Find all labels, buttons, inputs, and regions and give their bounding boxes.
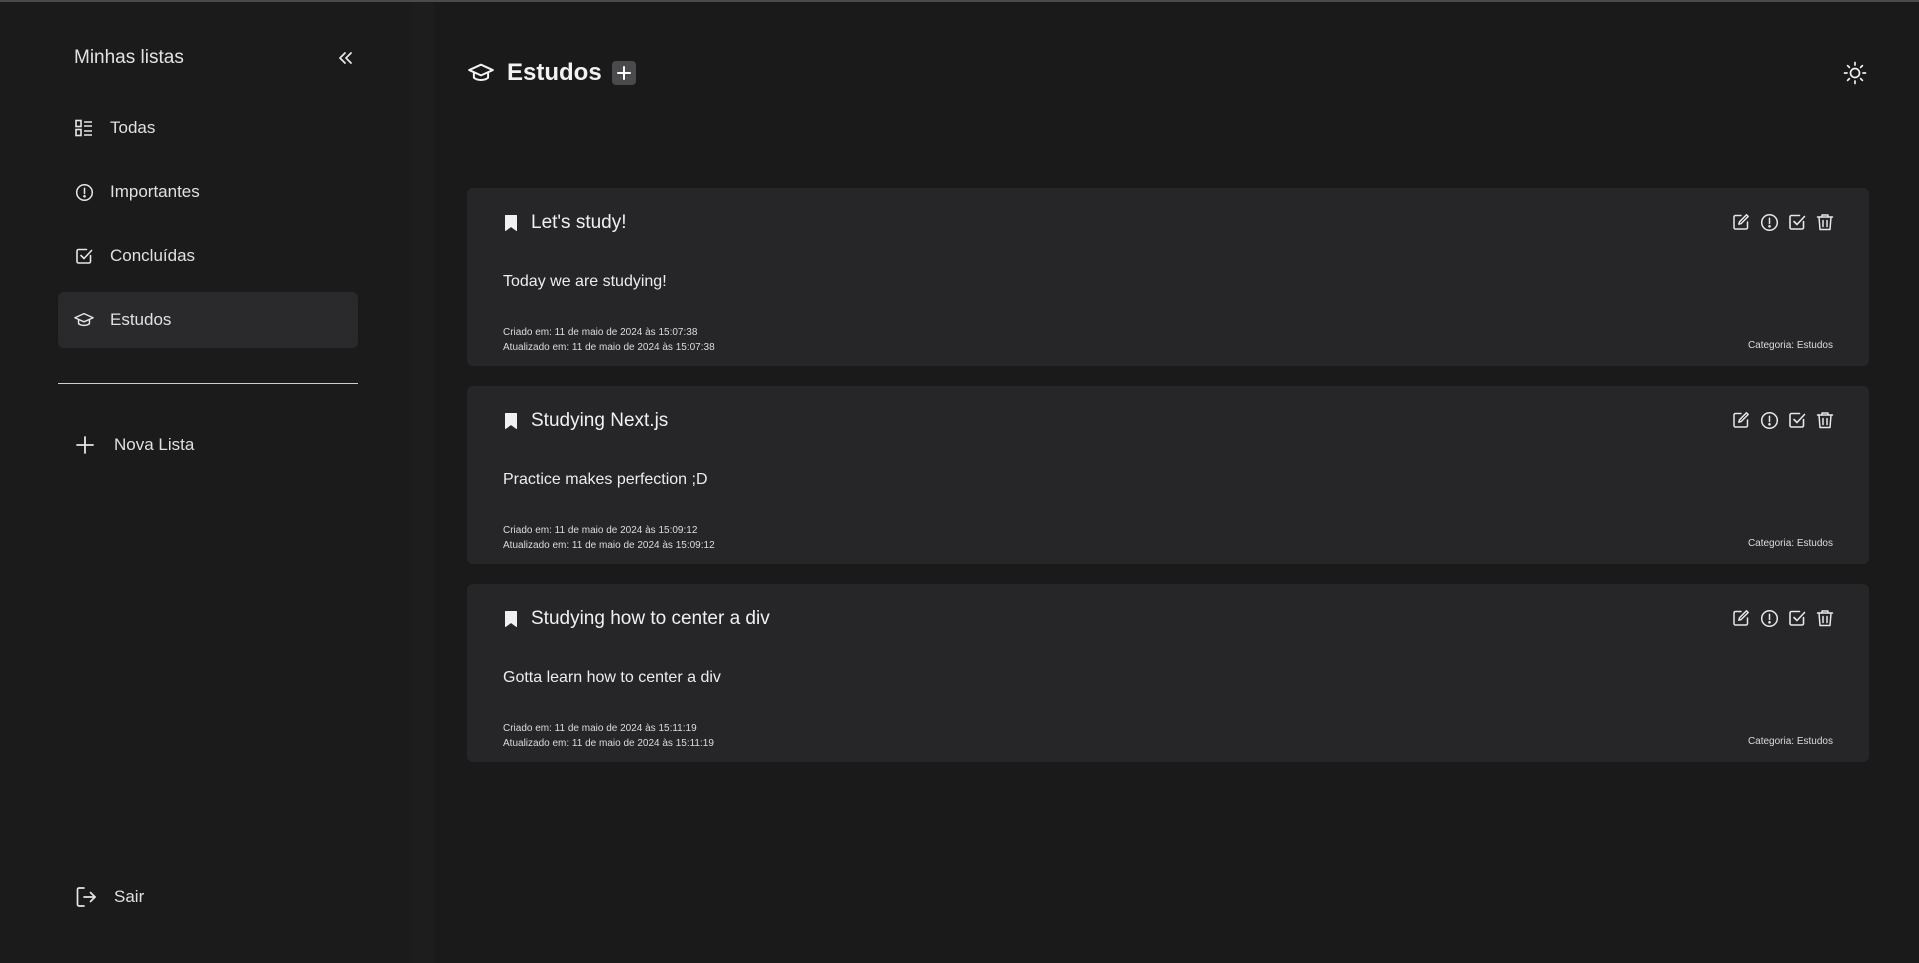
sidebar-divider	[58, 383, 358, 384]
task-actions	[1731, 608, 1835, 628]
sidebar-item-label: Todas	[110, 118, 156, 137]
new-list-button[interactable]: Nova Lista	[74, 430, 194, 460]
task-dates: Criado em: 11 de maio de 2024 às 15:09:1…	[503, 523, 715, 553]
mark-done-button[interactable]	[1787, 212, 1807, 232]
task-dates: Criado em: 11 de maio de 2024 às 15:07:3…	[503, 325, 715, 355]
plus-icon	[74, 434, 96, 456]
sidebar-item-label: Concluídas	[110, 246, 196, 265]
task-card: Studying how to center a div Gotta learn…	[467, 584, 1869, 762]
alert-circle-icon	[1760, 213, 1778, 231]
task-card: Let's study! Today we are studying! Cria…	[467, 188, 1869, 366]
bookmark-icon	[503, 609, 519, 629]
alert-circle-icon	[1760, 609, 1778, 627]
task-updated: Atualizado em: 11 de maio de 2024 às 15:…	[503, 738, 714, 749]
task-title: Studying Next.js	[503, 408, 668, 434]
sidebar-title: Minhas listas	[74, 47, 184, 68]
sidebar-item-importantes[interactable]: Importantes	[58, 164, 358, 220]
trash-icon	[1816, 610, 1834, 627]
collapse-sidebar-button[interactable]	[331, 44, 359, 72]
logout-label: Sair	[114, 887, 145, 906]
app-window: Minhas listas Todas Importantes Concluíd…	[0, 0, 1919, 963]
check-square-icon	[1789, 412, 1806, 428]
add-task-button[interactable]	[611, 61, 636, 85]
mark-done-button[interactable]	[1787, 410, 1807, 430]
trash-icon	[1816, 214, 1834, 231]
list-grid-icon	[74, 118, 94, 138]
sidebar-item-label: Estudos	[110, 310, 172, 329]
task-title: Studying how to center a div	[503, 606, 770, 632]
edit-task-button[interactable]	[1731, 212, 1751, 232]
task-list: Let's study! Today we are studying! Cria…	[467, 188, 1869, 782]
sidebar-item-todas[interactable]: Todas	[58, 100, 358, 156]
sidebar-item-concluidas[interactable]: Concluídas	[58, 228, 358, 284]
task-category: Categoria: Estudos	[1747, 538, 1833, 549]
delete-task-button[interactable]	[1815, 608, 1835, 628]
sidebar-item-estudos[interactable]: Estudos	[58, 292, 358, 348]
task-created: Criado em: 11 de maio de 2024 às 15:11:1…	[503, 723, 697, 734]
task-title: Let's study!	[503, 210, 627, 236]
delete-task-button[interactable]	[1815, 212, 1835, 232]
task-card: Studying Next.js Practice makes perfecti…	[467, 386, 1869, 564]
task-title-text: Studying Next.js	[531, 410, 669, 431]
check-square-icon	[74, 246, 94, 266]
graduation-cap-icon	[467, 59, 495, 87]
task-actions	[1731, 410, 1835, 430]
mark-important-button[interactable]	[1759, 212, 1779, 232]
graduation-cap-icon	[74, 310, 94, 330]
mark-important-button[interactable]	[1759, 608, 1779, 628]
task-description: Practice makes perfection ;D	[503, 471, 708, 488]
mark-important-button[interactable]	[1759, 410, 1779, 430]
sidebar: Minhas listas Todas Importantes Concluíd…	[0, 2, 412, 963]
task-actions	[1731, 212, 1835, 232]
edit-icon	[1733, 214, 1749, 230]
edit-task-button[interactable]	[1731, 608, 1751, 628]
task-updated: Atualizado em: 11 de maio de 2024 às 15:…	[503, 540, 715, 551]
task-updated: Atualizado em: 11 de maio de 2024 às 15:…	[503, 342, 715, 353]
task-category: Categoria: Estudos	[1747, 736, 1833, 747]
task-category: Categoria: Estudos	[1747, 340, 1833, 351]
alert-circle-icon	[74, 182, 94, 202]
edit-icon	[1733, 610, 1749, 626]
page-title: Estudos	[507, 59, 602, 86]
logout-button[interactable]: Sair	[74, 882, 144, 912]
bookmark-icon	[503, 213, 519, 233]
task-created: Criado em: 11 de maio de 2024 às 15:07:3…	[503, 327, 698, 338]
edit-task-button[interactable]	[1731, 410, 1751, 430]
mark-done-button[interactable]	[1787, 608, 1807, 628]
sidebar-edge	[412, 2, 434, 963]
sidebar-header: Minhas listas	[74, 44, 359, 72]
task-created: Criado em: 11 de maio de 2024 às 15:09:1…	[503, 525, 698, 536]
trash-icon	[1816, 412, 1834, 429]
delete-task-button[interactable]	[1815, 410, 1835, 430]
logout-icon	[74, 885, 98, 909]
check-square-icon	[1789, 610, 1806, 626]
task-title-text: Studying how to center a div	[531, 608, 770, 629]
sidebar-item-label: Importantes	[110, 182, 200, 201]
theme-toggle-button[interactable]	[1842, 60, 1868, 86]
alert-circle-icon	[1760, 411, 1778, 429]
chevrons-left-icon	[339, 52, 352, 64]
new-list-label: Nova Lista	[114, 435, 195, 454]
task-description: Gotta learn how to center a div	[503, 669, 721, 686]
bookmark-icon	[503, 411, 519, 431]
sidebar-nav: Todas Importantes Concluídas Estudos	[58, 100, 358, 356]
task-dates: Criado em: 11 de maio de 2024 às 15:11:1…	[503, 721, 714, 751]
plus-icon	[616, 66, 631, 80]
check-square-icon	[1789, 214, 1806, 230]
sun-icon	[1843, 61, 1867, 85]
task-title-text: Let's study!	[531, 212, 627, 233]
page-header: Estudos	[467, 56, 636, 90]
task-description: Today we are studying!	[503, 273, 667, 290]
edit-icon	[1733, 412, 1749, 428]
